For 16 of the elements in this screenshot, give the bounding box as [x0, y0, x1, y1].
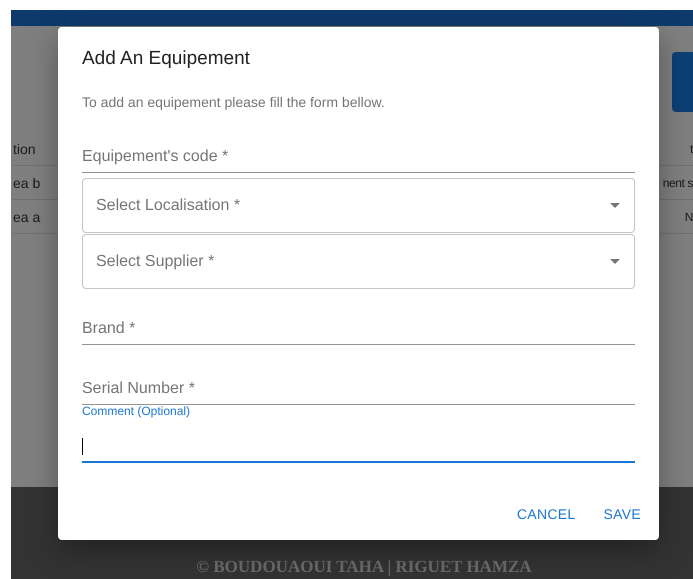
field-label: Comment (Optional): [82, 404, 190, 418]
text-field[interactable]: Equipement's code *: [82, 132, 635, 173]
table-cell: nent s: [660, 166, 693, 200]
caret-icon: [610, 259, 620, 264]
table-cell: N: [660, 200, 693, 234]
text-field[interactable]: Brand *: [82, 304, 635, 345]
column-header: t: [660, 132, 693, 166]
caret-icon: [610, 203, 620, 208]
select-field[interactable]: Select Localisation *: [82, 178, 635, 233]
text-cursor: [82, 438, 83, 455]
dialog-button[interactable]: CANCEL: [506, 500, 586, 528]
dialog-title: Add An Equipement: [82, 47, 251, 71]
text-field[interactable]: Serial Number *: [82, 364, 635, 405]
dialog-description: To add an equipement please fill the form bellow.: [82, 94, 386, 110]
select-field[interactable]: Select Supplier *: [82, 234, 635, 289]
dialog-button[interactable]: SAVE: [593, 500, 651, 528]
